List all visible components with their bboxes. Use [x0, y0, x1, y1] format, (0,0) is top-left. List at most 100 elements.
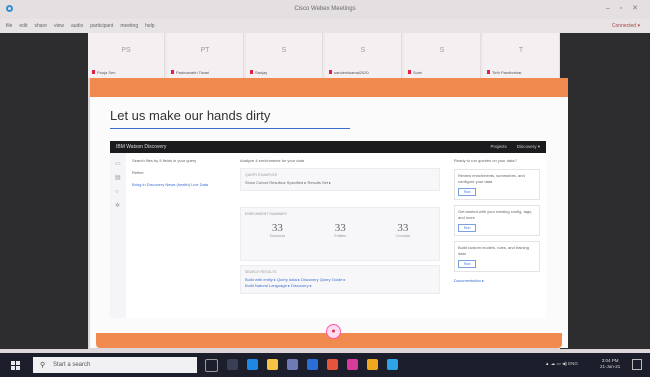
left-line-1: Search files by 5 fields in your query [132, 158, 197, 163]
watson-product-name: IBM Watson Discovery [116, 144, 167, 150]
recording-indicator-icon[interactable]: ● [326, 324, 341, 339]
participant-initials: T [518, 47, 524, 54]
participant-tile[interactable]: S Sumi [404, 33, 481, 78]
menu-view[interactable]: view [54, 23, 64, 29]
stat-label: Keywords [269, 234, 286, 238]
task-view-icon[interactable] [227, 359, 238, 370]
card-label: QUERY EXAMPLES [245, 173, 278, 177]
participant-name: Sumi [413, 70, 423, 75]
watson-dashboard: ▭ ▤ ○ ✲ Search files by 5 fields in your… [110, 153, 546, 318]
shared-content-slide: Let us make our hands dirty IBM Watson D… [90, 78, 568, 348]
participant-initials: PS [121, 47, 131, 54]
action-card-text: Review enrichments, summaries, and confi… [458, 173, 525, 184]
meeting-background-right [560, 33, 650, 349]
mic-muted-icon [487, 70, 490, 74]
edge-browser-icon[interactable] [247, 359, 258, 370]
mic-muted-icon [329, 70, 332, 74]
slide-header-band [90, 78, 568, 97]
card-link-line-2: Build Natural Language ▸ Discovery ▸ [245, 283, 312, 288]
participant-tile[interactable]: S Sanjay [246, 33, 323, 78]
participant-initials: S [360, 47, 366, 54]
participant-name: Tirth Pandhrekar [492, 70, 522, 75]
search-icon: ○ [115, 189, 119, 195]
menu-edit[interactable]: edit [19, 23, 27, 29]
card-label: SEARCH RESULTS [245, 270, 277, 274]
card-text: Show Cohort Results ▸ Specified ▸ Result… [245, 180, 332, 185]
watson-sidebar: ▭ ▤ ○ ✲ [110, 153, 126, 318]
menu-help[interactable]: help [145, 23, 154, 29]
webex-taskbar-icon[interactable] [387, 359, 398, 370]
right-header: Ready to run queries on your data? [454, 158, 517, 163]
menu-audio[interactable]: audio [71, 23, 83, 29]
watson-projects-link: Projects [490, 144, 507, 149]
system-tray[interactable]: ▲ ☁ ▭ ◀) ENG [545, 361, 578, 367]
stat-value: 33 [334, 222, 346, 234]
stat-value: 33 [397, 222, 409, 234]
watson-topbar: IBM Watson Discovery Projects Discovery … [110, 141, 546, 153]
participant-name: Sanjay [255, 70, 268, 75]
participant-name: Padmanabh Tiwari [176, 70, 210, 75]
windows-taskbar: ⚲ Start a search ▲ ☁ ▭ ◀) ENG 3:04 PM 21… [0, 353, 650, 377]
windows-start-icon[interactable] [11, 361, 20, 370]
participant-tile[interactable]: PS Pooja Sen [88, 33, 165, 78]
mic-muted-icon [92, 70, 95, 74]
menu-meeting[interactable]: meeting [120, 23, 138, 29]
watson-left-column: Search files by 5 fields in your query R… [132, 158, 232, 188]
window-controls[interactable]: – ▫ ✕ [606, 4, 642, 12]
menu-participant[interactable]: participant [90, 23, 113, 29]
participant-name: sandeshkamal2020 [334, 70, 369, 75]
participant-tile[interactable]: T Tirth Pandhrekar [483, 33, 560, 78]
window-title: Cisco Webex Meetings [294, 6, 356, 12]
participant-initials: S [281, 47, 287, 54]
store-icon[interactable] [287, 359, 298, 370]
action-card-button: Run [458, 188, 477, 196]
participant-initials: PT [200, 47, 210, 54]
documentation-link: Documentation ▸ [454, 278, 485, 283]
folder-icon: ▭ [115, 161, 121, 167]
participant-tile[interactable]: S sandeshkamal2020 [325, 33, 402, 78]
menu-share[interactable]: share [34, 23, 47, 29]
watson-middle-column: Analyze 4 enrichments for your data QUER… [240, 158, 440, 294]
taskbar-clock[interactable]: 3:04 PM 21-Jun-21 [600, 358, 620, 370]
left-line-2: Refine [132, 170, 144, 175]
participant-name: Pooja Sen [97, 70, 116, 75]
action-card: Get started with your existing config, t… [454, 205, 540, 236]
window-titlebar: Cisco Webex Meetings – ▫ ✕ [0, 0, 650, 19]
connection-status[interactable]: Connected ▾ [612, 23, 640, 29]
participant-initials: S [439, 47, 445, 54]
app-icon[interactable] [347, 359, 358, 370]
mic-muted-icon [171, 70, 174, 74]
enrichment-summary-card: ENRICHMENT SUMMARY 33 Keywords 33 Entiti… [240, 207, 440, 261]
participant-tile[interactable]: PT Padmanabh Tiwari [167, 33, 244, 78]
action-card-button: Run [458, 260, 477, 268]
search-results-card: SEARCH RESULTS Build with entity ▸ Query… [240, 265, 440, 294]
participant-strip: PS Pooja Sen PT Padmanabh Tiwari S Sanja… [88, 33, 560, 78]
watson-discovery-menu: Discovery ▾ [516, 144, 540, 149]
menu-bar: file edit share view audio participant m… [0, 19, 650, 33]
stat-keywords: 33 Keywords [270, 222, 285, 238]
action-card: Build custom models, rules, and training… [454, 241, 540, 272]
mail-icon[interactable] [307, 359, 318, 370]
search-placeholder: Start a search [53, 362, 91, 368]
settings-icon: ✲ [115, 203, 121, 209]
file-explorer-icon[interactable] [267, 359, 278, 370]
action-card-text: Build custom models, rules, and training… [458, 245, 529, 256]
cortana-icon[interactable] [205, 359, 218, 372]
meeting-background-left [0, 33, 88, 349]
left-line-3: Bring in Discovery News (health) Live Da… [132, 182, 209, 187]
title-underline [110, 128, 350, 129]
mid-header: Analyze 4 enrichments for your data [240, 158, 305, 163]
stat-entities: 33 Entities [335, 222, 346, 238]
app-icon[interactable] [367, 359, 378, 370]
taskbar-app-icons [205, 359, 398, 372]
action-card-button: Run [458, 224, 477, 232]
chrome-icon[interactable] [327, 359, 338, 370]
notification-center-icon[interactable] [632, 359, 642, 370]
stat-value: 33 [271, 222, 283, 234]
mic-muted-icon [408, 70, 411, 74]
action-card: Review enrichments, summaries, and confi… [454, 169, 540, 200]
taskbar-search-box[interactable]: ⚲ Start a search [33, 357, 197, 373]
menu-file[interactable]: file [6, 23, 12, 29]
stat-label: Concepts [395, 234, 411, 238]
card-label: ENRICHMENT SUMMARY [245, 212, 288, 216]
